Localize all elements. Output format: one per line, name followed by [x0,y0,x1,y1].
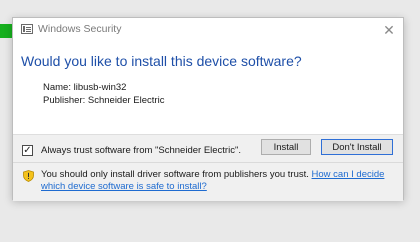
warning-message: You should only install driver software … [41,169,396,193]
always-trust-label[interactable]: Always trust software from "Schneider El… [41,145,241,156]
titlebar: Windows Security ✕ [13,18,403,44]
always-trust-checkbox[interactable]: ✓ [22,145,33,156]
dialog-heading: Would you like to install this device so… [21,53,302,69]
dialog-footer: ✓ Always trust software from "Schneider … [13,134,403,201]
install-button[interactable]: Install [261,139,311,155]
background-progress-strip [0,24,12,38]
dont-install-button[interactable]: Don't Install [321,139,393,155]
device-details: Name: libusb-win32 Publisher: Schneider … [43,81,164,107]
device-publisher: Publisher: Schneider Electric [43,95,165,106]
shield-warning-icon [23,170,34,182]
warning-text: You should only install driver software … [41,169,309,180]
close-button[interactable]: ✕ [379,20,399,40]
windows-security-icon [21,24,33,34]
window-title: Windows Security [38,23,122,35]
device-name: Name: libusb-win32 [43,82,127,93]
windows-security-dialog: Windows Security ✕ Would you like to ins… [12,17,404,201]
footer-divider [13,162,403,163]
